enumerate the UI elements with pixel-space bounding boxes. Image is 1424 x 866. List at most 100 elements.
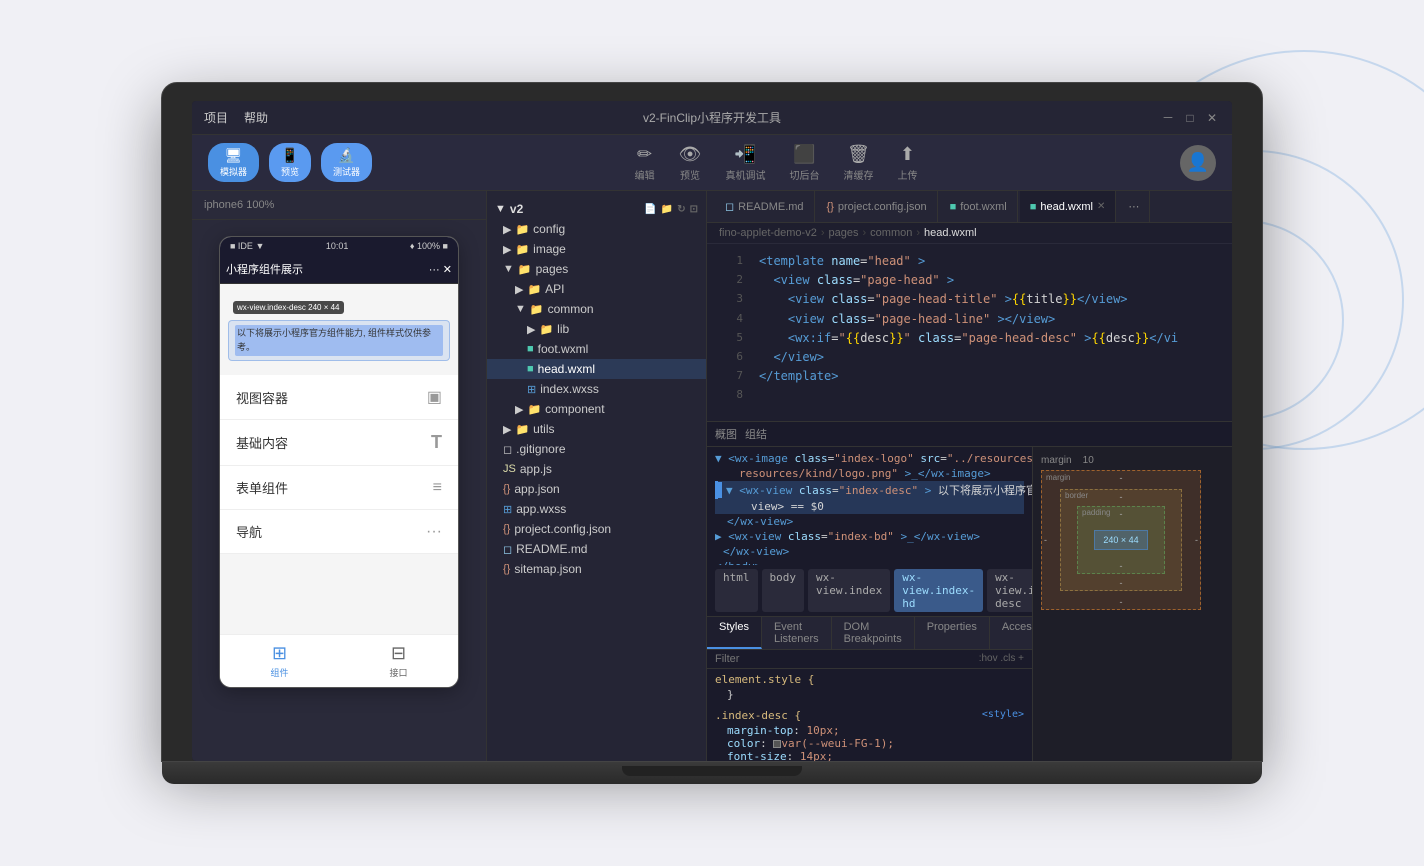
phone-nav-item-2[interactable]: 表单组件 ≡ [220,466,458,510]
phone-bottom-nav-components[interactable]: ⊞ 组件 [220,635,339,687]
phone-selected-text: 以下将展示小程序官方组件能力, 组件样式仅供参考。 [235,325,443,356]
tree-item-readme[interactable]: ◻ README.md [487,539,706,559]
phone-nav-item-3[interactable]: 导航 ··· [220,510,458,554]
tree-item-app-js[interactable]: JS app.js [487,459,706,479]
code-editor[interactable]: 1 <template name="head" > 2 [707,244,1232,421]
tab-readme[interactable]: ◻ README.md [715,191,815,222]
pages-label: pages [536,262,569,276]
tree-item-common[interactable]: ▼ 📁 common [487,299,706,319]
code-content-1: <template name="head" > [759,252,1224,271]
config-folder-icon: 📁 [515,223,529,236]
window-controls: － □ ✕ [1160,110,1220,126]
utils-folder-icon: 📁 [515,423,529,436]
styles-tab-event-listeners[interactable]: Event Listeners [762,617,832,649]
phone-nav-label-2: 表单组件 [236,478,288,497]
tree-item-lib[interactable]: ▶ 📁 lib [487,319,706,339]
toolbar-action-upload[interactable]: ⬆ 上传 [897,144,917,182]
style-filter-input[interactable] [715,653,971,665]
index-wxss-icon: ⊞ [527,383,536,396]
style-filter-tags: :hov .cls + [979,653,1024,664]
elem-html[interactable]: html [715,569,758,612]
tree-item-api[interactable]: ▶ 📁 API [487,279,706,299]
box-padding-label: padding [1082,508,1110,517]
phone-title-bar: 小程序组件展示 ··· ✕ [220,255,458,284]
breadcrumb-item-0: fino-applet-demo-v2 [719,227,817,239]
html-tree-line-2[interactable]: ▼ <wx-view class="index-desc" > 以下将展示小程序… [715,481,1024,499]
phone-nav-item-0[interactable]: 视图容器 ▣ [220,375,458,420]
edit-icon: ✏ [637,144,652,165]
tree-item-app-wxss[interactable]: ⊞ app.wxss [487,499,706,519]
tree-item-sitemap[interactable]: {} sitemap.json [487,559,706,579]
tree-item-gitignore[interactable]: ◻ .gitignore [487,439,706,459]
phone-content-area: wx-view.index-desc 240 × 44 以下将展示小程序官方组件… [220,284,458,375]
line-num-6: 6 [715,348,743,366]
common-expand-icon: ▼ [515,303,526,315]
editor-area: ◻ README.md {} project.config.json ■ foo… [707,191,1232,761]
menu-item-project[interactable]: 项目 [204,109,228,126]
elem-wx-view-index-hd[interactable]: wx-view.index-hd [894,569,983,612]
test-btn[interactable]: 🔬 测试器 [321,143,372,182]
head-wxml-tab-label: head.wxml [1040,201,1093,213]
styles-tab-properties[interactable]: Properties [915,617,990,649]
tree-item-config[interactable]: ▶ 📁 config [487,219,706,239]
window-maximize-btn[interactable]: □ [1182,110,1198,126]
tree-item-pages[interactable]: ▼ 📁 pages [487,259,706,279]
box-margin-label: margin [1046,473,1070,482]
tree-item-project-config[interactable]: {} project.config.json [487,519,706,539]
tree-action-refresh[interactable]: ↻ [677,204,685,215]
simulation-btn[interactable]: 🖥 模拟器 [208,143,259,182]
phone-title-more[interactable]: ··· ✕ [429,263,452,276]
tree-item-image[interactable]: ▶ 📁 image [487,239,706,259]
tree-item-head-wxml[interactable]: ■ head.wxml [487,359,706,379]
elem-wx-view-index[interactable]: wx-view.index [808,569,890,612]
tab-foot-wxml[interactable]: ■ foot.wxml [940,191,1018,222]
tree-item-foot-wxml[interactable]: ■ foot.wxml [487,339,706,359]
tab-more[interactable]: ⋯ [1118,191,1150,222]
styles-tab-styles[interactable]: Styles [707,617,762,649]
elem-body[interactable]: body [762,569,805,612]
phone-highlight-box: wx-view.index-desc 240 × 44 以下将展示小程序官方组件… [228,320,450,361]
html-tree[interactable]: ▼ <wx-image class="index-logo" src="../r… [707,447,1032,565]
tree-action-new-folder[interactable]: 📁 [661,204,673,215]
user-avatar[interactable]: 👤 [1180,145,1216,181]
element-style-selector: element.style { [715,673,1024,686]
file-tree-root[interactable]: ▼ v2 📄 📁 ↻ ⊡ [487,199,706,219]
image-folder-icon: 📁 [515,243,529,256]
window-minimize-btn[interactable]: － [1160,110,1176,126]
elem-wx-view-index-desc[interactable]: wx-view.index-desc [987,569,1032,612]
styles-tab-accessibility[interactable]: Accessibility [990,617,1032,649]
toolbar-action-background[interactable]: ⬛ 切后台 [789,144,819,182]
tab-project-config[interactable]: {} project.config.json [817,191,938,222]
toolbar-action-device-debug[interactable]: 📲 真机调试 [725,144,765,182]
phone-nav-item-1[interactable]: 基础内容 T [220,420,458,466]
tab-head-wxml[interactable]: ■ head.wxml ✕ [1020,191,1117,222]
toolbar-action-preview[interactable]: 👁 预览 [679,144,702,182]
tree-action-new-file[interactable]: 📄 [644,204,656,215]
window-close-btn[interactable]: ✕ [1204,110,1220,126]
toolbar-action-clear-cache[interactable]: 🗑 清缓存 [843,144,873,182]
phone-bottom-nav-api[interactable]: ⊟ 接口 [339,635,458,687]
code-line-7: 7 </template> [707,367,1232,386]
devtools-top: ▼ <wx-image class="index-logo" src="../r… [707,447,1232,761]
head-wxml-tab-close[interactable]: ✕ [1097,201,1105,212]
preview-toolbar-btn[interactable]: 📱 预览 [269,143,311,182]
breadcrumb-sep-0: › [821,227,825,239]
tree-item-utils[interactable]: ▶ 📁 utils [487,419,706,439]
app-js-icon: JS [503,463,516,475]
box-padding-top: - [1120,509,1123,519]
tree-action-collapse[interactable]: ⊡ [690,204,698,215]
simulation-icon: 🖥 [225,147,243,164]
config-label: config [533,222,565,236]
phone-title: 小程序组件展示 [226,261,303,277]
tree-item-app-json[interactable]: {} app.json [487,479,706,499]
api-folder-icon: 📁 [527,283,541,296]
tree-item-component[interactable]: ▶ 📁 component [487,399,706,419]
toolbar-left: 🖥 模拟器 📱 预览 🔬 测试器 [208,143,372,182]
style-prop-margin-top: margin-top: 10px; [727,724,1024,737]
styles-content: element.style { } .index-desc { <style> [707,669,1032,762]
toolbar-action-edit[interactable]: ✏ 编辑 [635,144,655,182]
styles-tab-dom-breakpoints[interactable]: DOM Breakpoints [832,617,915,649]
tree-item-index-wxss[interactable]: ⊞ index.wxss [487,379,706,399]
menu-item-help[interactable]: 帮助 [244,109,268,126]
html-tree-line-5: ▶ <wx-view class="index-bd" >_</wx-view> [715,529,1024,544]
